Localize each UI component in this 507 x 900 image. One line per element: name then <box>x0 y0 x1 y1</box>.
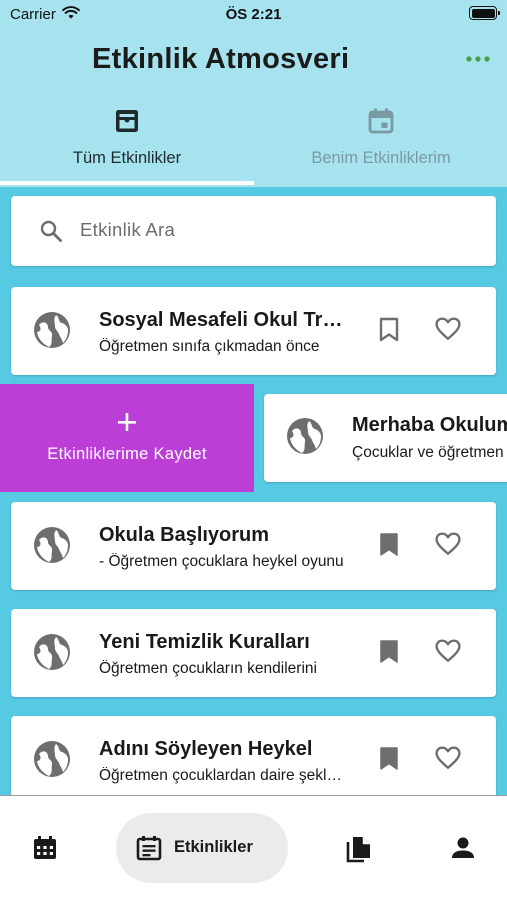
tab-label: Tüm Etkinlikler <box>72 149 182 167</box>
nav-profile[interactable] <box>440 813 486 883</box>
event-description: Çocuklar ve öğretmen <box>352 444 504 461</box>
swipe-action-label: Etkinliklerime Kaydet <box>47 445 207 463</box>
event-calendar-icon <box>368 108 394 134</box>
app-header: Carrier ÖS 2:21 Etkinlik Atmosveri Tüm E… <box>0 0 507 187</box>
globe-icon <box>34 634 70 670</box>
documents-icon <box>346 837 370 863</box>
event-card[interactable]: Yeni Temizlik Kuralları Öğretmen çocukla… <box>11 609 496 697</box>
plus-icon <box>118 413 136 431</box>
nav-calendar[interactable] <box>22 813 68 883</box>
search-placeholder: Etkinlik Ara <box>80 219 176 240</box>
event-description: Öğretmen çocukların kendilerini <box>99 660 317 677</box>
heart-outline-icon[interactable] <box>435 317 461 341</box>
status-time: ÖS 2:21 <box>225 6 282 23</box>
event-card-swiped[interactable]: Merhaba Okulum Çocuklar ve öğretmen <box>264 394 507 482</box>
list-icon <box>136 836 162 861</box>
save-to-my-events-button[interactable]: Etkinliklerime Kaydet <box>0 384 254 492</box>
page-title: Etkinlik Atmosveri <box>92 43 350 75</box>
status-bar: Carrier ÖS 2:21 <box>0 0 507 30</box>
event-title: Sosyal Mesafeli Okul Trafiği <box>99 309 349 331</box>
globe-icon <box>34 741 70 777</box>
globe-icon <box>34 312 70 348</box>
calendar-icon <box>34 836 56 859</box>
battery-icon <box>469 6 500 20</box>
bookmark-filled-icon[interactable] <box>378 746 400 772</box>
globe-icon <box>34 527 70 563</box>
globe-icon <box>287 418 323 454</box>
tab-my-events[interactable]: Benim Etkinliklerim <box>254 106 507 184</box>
more-options-icon[interactable] <box>465 53 491 65</box>
tab-label: Benim Etkinliklerim <box>311 149 451 167</box>
event-title: Merhaba Okulum <box>352 414 507 436</box>
bookmark-filled-icon[interactable] <box>378 532 400 558</box>
tab-all-events[interactable]: Tüm Etkinlikler <box>0 106 254 184</box>
event-description: Öğretmen çocuklardan daire şeklinde <box>99 767 344 784</box>
bookmark-outline-icon[interactable] <box>378 317 400 343</box>
event-title: Adını Söyleyen Heykel <box>99 738 313 760</box>
search-icon <box>40 220 62 242</box>
nav-events[interactable]: Etkinlikler <box>116 813 288 883</box>
event-description: - Öğretmen çocuklara heykel oyunu <box>99 553 344 570</box>
event-card[interactable]: Okula Başlıyorum - Öğretmen çocuklara he… <box>11 502 496 590</box>
event-title: Okula Başlıyorum <box>99 524 270 546</box>
event-description: Öğretmen sınıfa çıkmadan önce <box>99 338 320 355</box>
search-input[interactable]: Etkinlik Ara <box>11 196 496 266</box>
active-tab-indicator <box>0 181 254 185</box>
nav-documents[interactable] <box>336 813 382 883</box>
event-card[interactable]: Adını Söyleyen Heykel Öğretmen çocuklard… <box>11 716 496 804</box>
bottom-navigation: Etkinlikler <box>0 795 507 900</box>
nav-label: Etkinlikler <box>174 838 253 856</box>
heart-outline-icon[interactable] <box>435 746 461 770</box>
heart-outline-icon[interactable] <box>435 639 461 663</box>
heart-outline-icon[interactable] <box>435 532 461 556</box>
inbox-icon <box>116 110 138 132</box>
event-card[interactable]: Sosyal Mesafeli Okul Trafiği Öğretmen sı… <box>11 287 496 375</box>
event-title: Yeni Temizlik Kuralları <box>99 631 310 653</box>
person-icon <box>452 837 474 858</box>
bookmark-filled-icon[interactable] <box>378 639 400 665</box>
